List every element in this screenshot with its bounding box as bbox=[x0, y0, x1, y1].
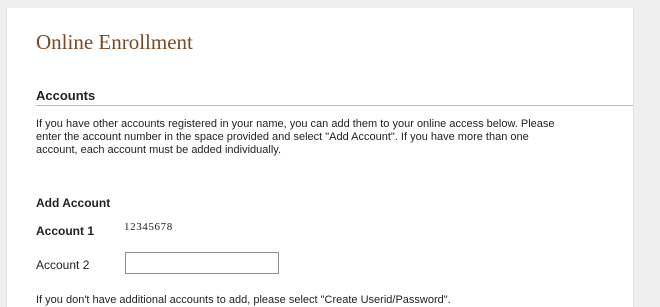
accounts-heading: Accounts bbox=[36, 88, 96, 103]
add-account-heading: Add Account bbox=[36, 196, 111, 210]
account-2-input[interactable] bbox=[125, 252, 279, 274]
page-title: Online Enrollment bbox=[36, 30, 193, 54]
instructions-line-1: If you have other accounts registered in… bbox=[36, 118, 555, 130]
account-1-number: 12345678 bbox=[124, 221, 173, 233]
section-divider bbox=[36, 105, 633, 106]
account-1-label: Account 1 bbox=[36, 224, 95, 238]
enrollment-panel: Online Enrollment Accounts If you have o… bbox=[6, 8, 634, 307]
instructions-line-3: account, each account must be added indi… bbox=[36, 144, 282, 156]
instructions-line-2: enter the account number in the space pr… bbox=[36, 131, 529, 143]
accounts-instructions: If you have other accounts registered in… bbox=[36, 118, 636, 157]
account-2-label: Account 2 bbox=[36, 258, 90, 272]
create-userid-note: If you don't have additional accounts to… bbox=[36, 294, 451, 306]
